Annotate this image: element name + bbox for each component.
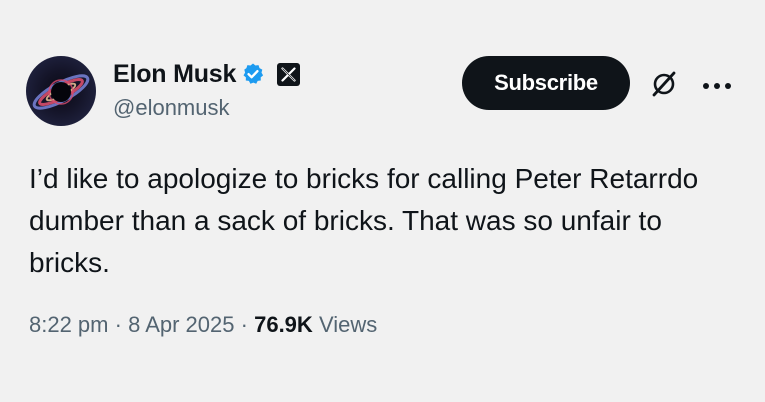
meta-separator: ·: [114, 312, 122, 337]
post-meta: 8:22 pm · 8 Apr 2025 · 76.9K Views: [29, 312, 377, 338]
verified-badge-icon[interactable]: [241, 62, 265, 86]
post-date[interactable]: 8 Apr 2025: [128, 312, 234, 337]
author-handle[interactable]: @elonmusk: [113, 95, 230, 121]
x-affiliate-icon[interactable]: [277, 62, 301, 86]
views-count[interactable]: 76.9K: [254, 312, 313, 337]
author-name[interactable]: Elon Musk: [113, 60, 236, 89]
more-icon[interactable]: [701, 78, 735, 89]
post-time[interactable]: 8:22 pm: [29, 312, 109, 337]
grok-icon[interactable]: [649, 69, 679, 99]
tweet-card: Elon Musk @elonmusk Subscribe I’d like t…: [0, 0, 765, 402]
meta-separator: ·: [240, 312, 248, 337]
post-text: I’d like to apologize to bricks for call…: [29, 163, 699, 278]
avatar[interactable]: [26, 56, 96, 126]
subscribe-button[interactable]: Subscribe: [462, 56, 630, 110]
views-label: Views: [318, 312, 378, 337]
author-name-row: Elon Musk: [113, 58, 301, 90]
avatar-blackhole-image: [32, 74, 90, 110]
